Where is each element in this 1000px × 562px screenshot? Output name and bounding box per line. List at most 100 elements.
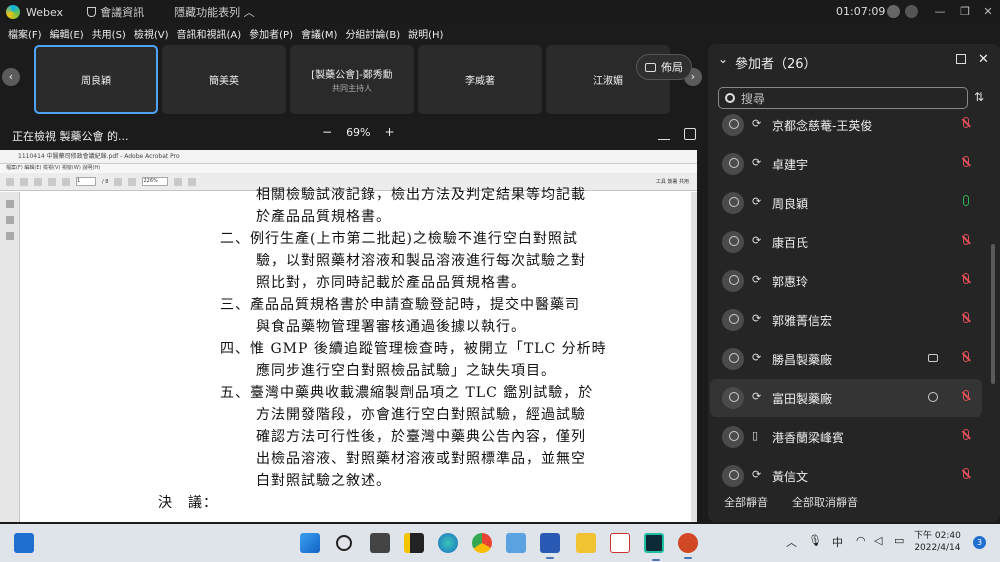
mic-muted-icon[interactable]	[963, 429, 969, 440]
participant-row[interactable]: ⟳ 勝昌製藥廠	[710, 340, 982, 378]
computer-audio-icon: ⟳	[752, 273, 762, 286]
participant-row[interactable]: ⟳ 周良穎	[710, 184, 982, 222]
zoom-out-button[interactable]: −	[322, 125, 332, 139]
menu-file[interactable]: 檔案(F)	[8, 26, 42, 42]
avatar	[722, 387, 744, 409]
meeting-info-button[interactable]: 會議資訊	[87, 4, 144, 20]
zoom-in-button[interactable]: +	[385, 125, 395, 139]
hide-menu-bar-button[interactable]: 隱藏功能表列 ︿	[174, 4, 255, 20]
ime-indicator[interactable]: 中	[832, 534, 843, 550]
participant-name: 港香蘭梁峰賓	[772, 431, 845, 445]
participant-search-input[interactable]: 搜尋	[718, 87, 968, 109]
mic-muted-icon[interactable]	[963, 351, 969, 362]
taskbar-clock[interactable]: 下午 02:40 2022/4/14	[914, 530, 961, 554]
prev-page-icon	[62, 177, 70, 186]
chevron-up-icon: ︿	[243, 6, 255, 19]
powerpoint-icon[interactable]	[678, 533, 698, 559]
file-explorer-icon[interactable]	[576, 533, 596, 553]
mic-muted-icon[interactable]	[963, 312, 969, 323]
participant-row[interactable]: ⟳ 郭雅菁信宏	[710, 301, 982, 339]
video-tile[interactable]: [製藥公會]-鄭秀勳 共同主持人	[290, 45, 414, 114]
mic-muted-icon[interactable]	[963, 156, 969, 167]
participant-name: 郭雅菁信宏	[772, 314, 833, 328]
mute-all-button[interactable]: 全部靜音	[724, 494, 768, 510]
minimize-button[interactable]: —	[930, 3, 950, 21]
participant-row[interactable]: ⟳ 康百氏	[710, 223, 982, 261]
chrome-icon[interactable]	[472, 533, 492, 553]
menu-meeting[interactable]: 會議(M)	[301, 26, 337, 42]
zoom-controls: − 69% +	[322, 125, 395, 139]
pop-out-icon[interactable]	[684, 128, 696, 140]
avatar	[722, 114, 744, 136]
acrobat-icon[interactable]	[610, 533, 630, 553]
sort-icon[interactable]: ⇅	[974, 90, 984, 104]
avatar	[722, 153, 744, 175]
mic-muted-icon[interactable]	[963, 468, 969, 479]
search-icon[interactable]	[336, 535, 352, 551]
notification-badge[interactable]: 3	[973, 536, 986, 549]
annotate-icon[interactable]	[658, 128, 670, 140]
windows-taskbar: ︿ 🎙 中 ◠ ◁ ▭ 下午 02:40 2022/4/14 3	[0, 524, 1000, 562]
participant-scrollbar[interactable]	[991, 244, 995, 384]
participants-panel: ⌄ 參加者（26） ✕ 搜尋 ⇅ ⟳ 京都念慈菴-王英俊 ⟳ 卓建宇 ⟳ 周良穎	[708, 44, 1000, 522]
edge-icon[interactable]	[438, 533, 458, 553]
menu-audio-video[interactable]: 音訊和視訊(A)	[177, 26, 242, 42]
collapse-chevron-icon[interactable]: ⌄	[718, 52, 728, 66]
video-tile[interactable]: 李威著	[418, 45, 542, 114]
participant-name: 富田製藥廠	[772, 392, 833, 406]
menu-help[interactable]: 說明(H)	[408, 26, 443, 42]
unmute-all-button[interactable]: 全部取消靜音	[792, 494, 858, 510]
notepad-icon[interactable]	[506, 533, 526, 553]
search-placeholder: 搜尋	[741, 91, 766, 106]
mic-muted-icon[interactable]	[963, 234, 969, 245]
mic-on-icon[interactable]	[963, 195, 969, 206]
battery-icon[interactable]: ▭	[894, 534, 904, 547]
zoom-level[interactable]: 69%	[346, 126, 370, 139]
mic-muted-icon[interactable]	[963, 117, 969, 128]
sticky-app-icon[interactable]	[404, 533, 424, 553]
close-button[interactable]: ✕	[978, 3, 998, 21]
participant-row[interactable]: ⟳ 黃信文	[710, 457, 982, 490]
layout-icon	[645, 62, 656, 72]
doc-scrollbar[interactable]	[691, 192, 697, 522]
mic-muted-icon[interactable]	[963, 390, 969, 401]
menu-share[interactable]: 共用(S)	[92, 26, 126, 42]
search-icon	[725, 93, 735, 103]
layout-button[interactable]: 佈局	[636, 54, 692, 80]
participant-row[interactable]: ⟳ 富田製藥廠	[710, 379, 982, 417]
video-tile[interactable]: 周良穎	[34, 45, 158, 114]
pop-out-panel-icon[interactable]	[956, 54, 966, 64]
participant-row[interactable]: ⟳ 京都念慈菴-王英俊	[710, 112, 982, 144]
restore-button[interactable]: ❐	[955, 3, 975, 21]
tray-chevron-icon[interactable]: ︿	[786, 534, 797, 550]
menu-edit[interactable]: 編輯(E)	[50, 26, 84, 42]
mic-muted-icon[interactable]	[963, 273, 969, 284]
share-view-bar: 正在檢視 製藥公會 的... − 69% +	[0, 124, 705, 146]
microphone-icon[interactable]: 🎙	[808, 534, 822, 547]
menu-participants[interactable]: 參加者(P)	[249, 26, 293, 42]
menu-breakout[interactable]: 分組討論(B)	[345, 26, 400, 42]
wifi-icon[interactable]: ◠	[856, 534, 866, 547]
participant-row[interactable]: ⟳ 郭惠玲	[710, 262, 982, 300]
webex-icon[interactable]	[644, 533, 664, 561]
volume-icon[interactable]: ◁	[874, 534, 882, 547]
participant-row[interactable]: ⟳ 卓建宇	[710, 145, 982, 183]
start-icon[interactable]	[300, 533, 320, 553]
chat-icon[interactable]	[928, 392, 938, 402]
close-panel-icon[interactable]: ✕	[978, 52, 989, 67]
menu-view[interactable]: 檢視(V)	[134, 26, 169, 42]
panel-title: 參加者（26）	[735, 53, 817, 72]
page-count: / 8	[102, 178, 109, 185]
hide-menu-bar-label: 隱藏功能表列	[174, 6, 241, 19]
computer-audio-icon: ⟳	[752, 195, 762, 208]
widgets-icon[interactable]	[14, 533, 34, 553]
participant-row[interactable]: ▯ 港香蘭梁峰賓	[710, 418, 982, 456]
audio-level-icon	[905, 5, 918, 18]
task-view-icon[interactable]	[370, 533, 390, 553]
comment-icon	[188, 177, 197, 186]
tiles-prev-button[interactable]: ‹	[2, 68, 20, 86]
shield-icon	[87, 7, 97, 17]
word-icon[interactable]	[540, 533, 560, 559]
avatar	[722, 270, 744, 292]
video-tile[interactable]: 簡美英	[162, 45, 286, 114]
